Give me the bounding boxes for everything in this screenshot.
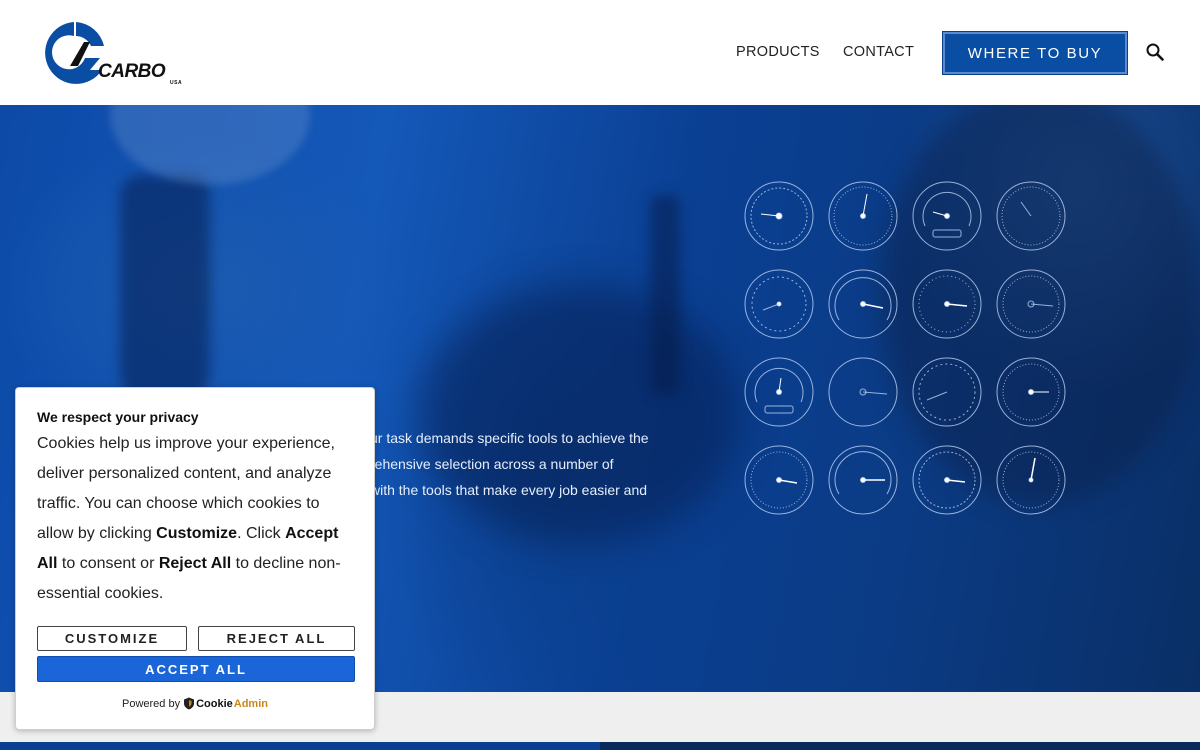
customize-button[interactable]: CUSTOMIZE — [37, 626, 187, 651]
next-section-strip-dark — [600, 742, 1200, 750]
logo-wordmark: CARBO — [98, 61, 166, 82]
shield-icon — [184, 697, 195, 710]
cookie-message: Cookies help us improve your experience,… — [37, 429, 357, 609]
cookie-message-text: to consent or — [57, 555, 159, 572]
nav-contact[interactable]: CONTACT — [843, 44, 914, 60]
cookieadmin-brand-b: Admin — [233, 697, 268, 710]
accept-all-button[interactable]: ACCEPT ALL — [37, 656, 355, 682]
site-header: CARBO USA PRODUCTS CONTACT WHERE TO BUY — [0, 0, 1200, 105]
hero-line: with the tools that make every job easie… — [370, 482, 648, 498]
hero-blur-shape — [420, 285, 740, 545]
cookieadmin-brand-a: Cookie — [196, 697, 233, 710]
where-to-buy-button[interactable]: WHERE TO BUY — [943, 32, 1127, 74]
cookie-title: We respect your privacy — [37, 409, 199, 425]
search-icon[interactable] — [1145, 42, 1165, 62]
carbo-logo[interactable]: CARBO USA — [40, 20, 182, 86]
cookie-message-text: . Click — [237, 525, 286, 542]
cookieadmin-logo[interactable]: Cookie Admin — [183, 697, 268, 710]
reject-all-button[interactable]: REJECT ALL — [198, 626, 355, 651]
hero-blur-shape — [650, 195, 680, 395]
powered-by: Powered by Cookie Admin — [16, 697, 374, 710]
cookie-message-reject: Reject All — [158, 555, 232, 572]
hero-blur-shape — [120, 175, 210, 395]
cookie-message-customize: Customize — [156, 525, 238, 542]
nav-products[interactable]: PRODUCTS — [736, 44, 820, 60]
hero-blur-shape — [110, 105, 310, 185]
powered-by-label: Powered by — [121, 697, 181, 710]
gauge-grid-graphic — [744, 181, 1066, 515]
cookie-consent-dialog: We respect your privacy Cookies help us … — [15, 387, 375, 730]
hero-line: rehensive selection across a number of — [370, 456, 614, 472]
hero-line: ur task demands specific tools to achiev… — [370, 430, 649, 446]
logo-subtext: USA — [170, 80, 183, 86]
hero-description: ur task demands specific tools to achiev… — [370, 425, 670, 503]
